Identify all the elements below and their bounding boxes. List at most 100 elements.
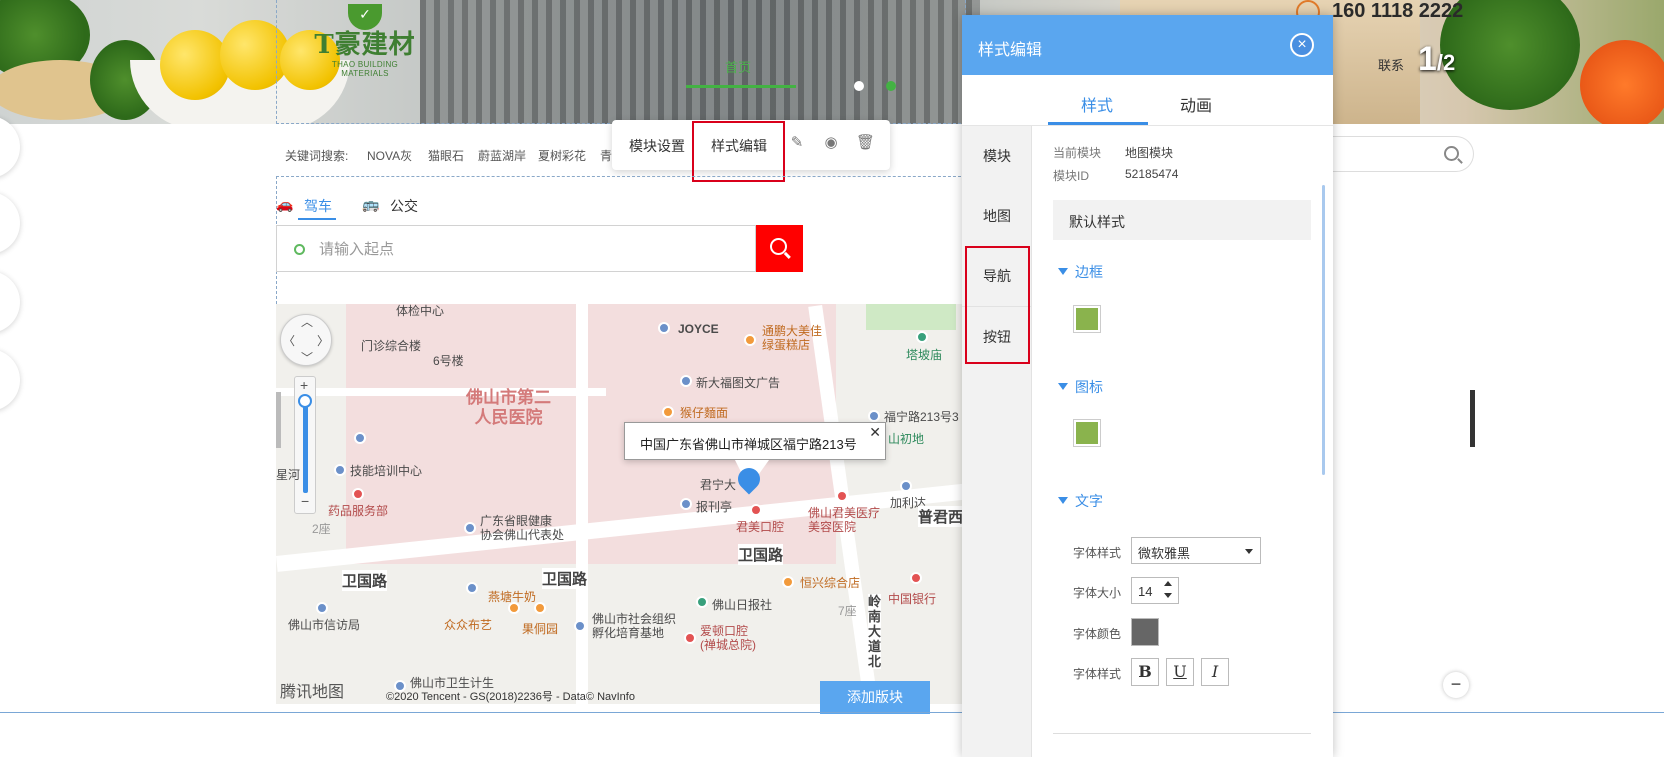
map-poi-icon: [910, 572, 922, 584]
tab-drive[interactable]: 驾车: [304, 196, 332, 216]
font-family-select[interactable]: 微软雅黑: [1131, 537, 1261, 564]
decrement-icon[interactable]: [1164, 593, 1172, 598]
style-editor-panel: 样式编辑 × 样式 动画 模块 地图 导航 按钮 当前模块 地图模块 模块ID …: [962, 15, 1333, 757]
header-banner: ✓ T豪建材 THAO BUILDING MATERIALS 首页 160 11…: [0, 0, 1664, 124]
bubble-address: 中国广东省佛山市禅城区福宁路213号: [640, 437, 857, 452]
tab-bus-icon: 🚌: [362, 196, 380, 212]
contact-label[interactable]: 联系: [1378, 55, 1404, 74]
close-icon[interactable]: ×: [1290, 33, 1314, 57]
map-poi-icon: [574, 620, 586, 632]
tab-bus[interactable]: 公交: [390, 196, 418, 216]
resize-handle[interactable]: [1470, 390, 1475, 447]
trash-icon[interactable]: 🗑: [856, 134, 875, 152]
panel-side-nav: 模块 地图 导航 按钮: [962, 126, 1032, 757]
keyword-link[interactable]: 猫眼石: [428, 147, 464, 164]
bold-button[interactable]: B: [1131, 658, 1159, 686]
map-poi-icon: [466, 582, 478, 594]
section-border[interactable]: 边框: [1058, 262, 1103, 282]
map-zoom-control[interactable]: + −: [294, 376, 316, 514]
default-style-option[interactable]: 默认样式: [1053, 200, 1311, 240]
panel-scrollbar[interactable]: [1322, 185, 1325, 475]
font-color-label: 字体颜色: [1073, 627, 1122, 641]
add-block-button[interactable]: 添加版块: [820, 681, 930, 714]
underline-button[interactable]: U: [1166, 658, 1194, 686]
side-item-map[interactable]: 地图: [962, 186, 1032, 246]
map-label: 体检中心: [396, 304, 445, 318]
keyword-link[interactable]: 蔚蓝湖岸: [478, 147, 526, 164]
carousel-dot[interactable]: [854, 81, 864, 91]
current-module-label: 当前模块: [1053, 146, 1102, 160]
nav-item-home[interactable]: 首页: [725, 57, 751, 76]
left-tool-button[interactable]: [0, 192, 20, 254]
site-search-box[interactable]: [1330, 136, 1474, 172]
eye-icon[interactable]: ◉: [822, 134, 840, 152]
carousel-dot-active[interactable]: [886, 81, 896, 91]
pan-right-icon[interactable]: 〉: [317, 332, 329, 349]
map-label: 猴仔麵面: [680, 406, 729, 420]
pan-up-icon[interactable]: ︿: [301, 313, 313, 330]
map-poi-icon: [750, 504, 762, 516]
tab-drive-icon: 🚗: [276, 196, 294, 212]
tab-active-underline: [298, 218, 336, 220]
map-label: 福宁路213号3: [884, 410, 959, 424]
banner-lemon: [160, 30, 230, 100]
keyword-link[interactable]: 青: [600, 147, 612, 164]
section-icon[interactable]: 图标: [1058, 377, 1103, 397]
map-label: 新大福图文广告: [696, 376, 781, 390]
map-label: 恒兴综合店: [800, 576, 861, 590]
map-poi-icon: [744, 334, 756, 346]
font-size-label: 字体大小: [1073, 586, 1122, 600]
start-point-field[interactable]: [276, 225, 756, 272]
logo-subtitle: THAO BUILDING MATERIALS: [331, 60, 399, 78]
section-border-label: 边框: [1075, 264, 1103, 280]
tab-animation[interactable]: 动画: [1180, 92, 1212, 116]
map-canvas[interactable]: ︿ 〈 〉 ﹀ + − 体检中心 门诊综合楼 6号楼 佛山市第二 人民医院 JO…: [276, 304, 966, 704]
keyword-link[interactable]: 夏树彩花: [538, 147, 586, 164]
close-icon[interactable]: ✕: [869, 424, 881, 441]
zoom-out-icon[interactable]: −: [301, 493, 309, 509]
collapse-icon[interactable]: −: [1443, 672, 1469, 698]
italic-button[interactable]: I: [1201, 658, 1229, 686]
left-tool-button[interactable]: [0, 116, 20, 178]
map-poi-icon: [534, 602, 546, 614]
pan-left-icon[interactable]: 〈: [283, 332, 295, 349]
map-label: 技能培训中心: [350, 464, 423, 478]
pin-icon[interactable]: ✎: [788, 134, 806, 152]
map-label: 塔坡庙: [906, 348, 943, 362]
map-pan-control[interactable]: ︿ 〈 〉 ﹀: [280, 314, 332, 366]
search-icon: [770, 238, 787, 255]
module-settings-button[interactable]: 模块设置: [629, 136, 685, 156]
side-item-module[interactable]: 模块: [962, 126, 1032, 186]
keyword-link[interactable]: NOVA灰: [367, 147, 412, 164]
map-label: 果侗园: [522, 622, 559, 636]
map-poi-icon: [354, 432, 366, 444]
zoom-in-icon[interactable]: +: [300, 377, 308, 393]
zoom-slider[interactable]: [303, 401, 308, 493]
search-icon[interactable]: [1444, 146, 1459, 161]
road: [576, 304, 588, 704]
icon-color-swatch[interactable]: [1073, 419, 1101, 447]
font-size-stepper[interactable]: 14: [1131, 577, 1179, 604]
resize-handle[interactable]: [276, 392, 281, 448]
map-poi-icon: [662, 406, 674, 418]
border-color-swatch[interactable]: [1073, 305, 1101, 333]
left-tool-button[interactable]: [0, 271, 20, 333]
site-logo[interactable]: ✓ T豪建材 THAO BUILDING MATERIALS: [310, 4, 420, 78]
map-label: 7座: [838, 604, 857, 618]
map-label: 佛山日报社: [712, 598, 773, 612]
font-family-value: 微软雅黑: [1138, 546, 1191, 561]
font-color-swatch[interactable]: [1131, 618, 1159, 646]
slide-pager: 1/2: [1418, 40, 1455, 79]
pager-current: 1: [1418, 40, 1437, 78]
pan-down-icon[interactable]: ﹀: [301, 349, 313, 366]
start-point-input[interactable]: [319, 236, 619, 262]
section-text[interactable]: 文字: [1058, 491, 1103, 511]
map-label: 佛山市信访局: [288, 618, 361, 632]
increment-icon[interactable]: [1164, 581, 1172, 586]
zoom-slider-handle[interactable]: [298, 394, 312, 408]
map-road-label: 卫国路: [542, 568, 588, 589]
tab-style[interactable]: 样式: [1081, 92, 1113, 116]
font-size-value: 14: [1138, 584, 1153, 599]
route-search-button[interactable]: [756, 225, 803, 272]
left-tool-button[interactable]: [0, 349, 20, 411]
